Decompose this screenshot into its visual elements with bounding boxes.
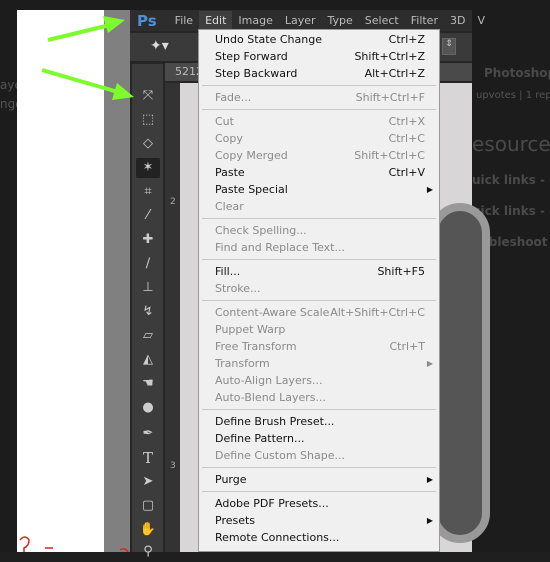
green-arrow-icon [47, 16, 125, 42]
green-arrow-icon [41, 68, 134, 100]
red-scribble-icon [19, 536, 129, 552]
annotation-layer [19, 16, 134, 552]
